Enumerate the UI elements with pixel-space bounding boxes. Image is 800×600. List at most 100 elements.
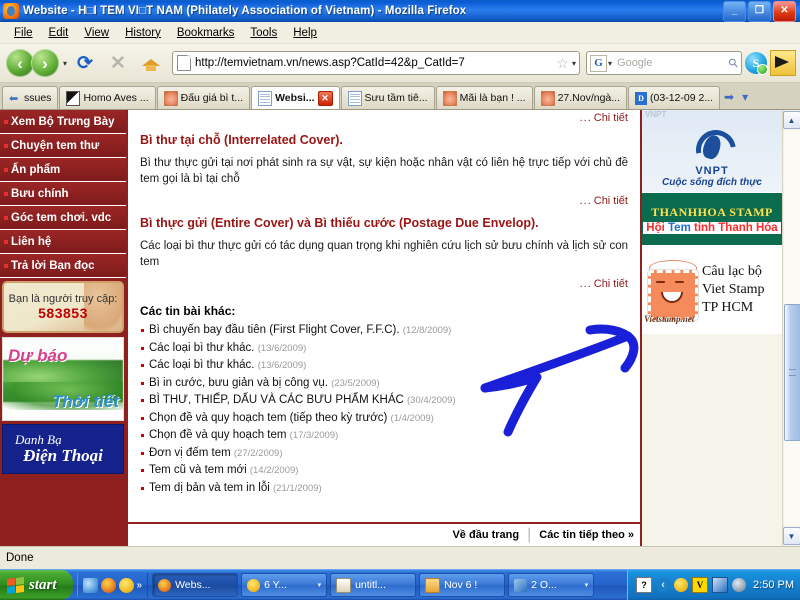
sidebar-item-tra-loi-ban-doc[interactable]: Trả lời Bạn đọc xyxy=(0,254,126,278)
news-title[interactable]: Bì in cước, bưu giản và bị công vụ. xyxy=(149,377,328,389)
news-title[interactable]: Các loại bì thư khác. xyxy=(149,359,255,371)
next-news-link[interactable]: Các tin tiếp theo » xyxy=(539,529,634,541)
clock[interactable]: 2:50 PM xyxy=(753,579,794,591)
home-button[interactable] xyxy=(136,48,166,78)
article-title[interactable]: Bì thư tại chỗ (Interrelated Cover). xyxy=(140,133,632,147)
menu-bookmarks[interactable]: Bookmarks xyxy=(169,25,243,41)
tab-03-12-09[interactable]: D (03-12-09 2... xyxy=(628,86,721,109)
phone-directory-banner[interactable]: Danh Bạ Điện Thoại xyxy=(2,424,124,474)
taskbar-button-website[interactable]: Webs... xyxy=(152,573,239,597)
news-title[interactable]: Bì chuyến bay đầu tiên (First Flight Cov… xyxy=(149,324,400,336)
tab-dau-gia[interactable]: Đấu giá bì t... xyxy=(156,86,251,109)
back-to-top-link[interactable]: Về đầu trang xyxy=(452,529,519,541)
url-bar[interactable]: http://temvietnam.vn/news.asp?CatId=42&p… xyxy=(172,51,580,75)
quick-launch-more-icon[interactable]: » xyxy=(137,580,143,591)
yahoo-messenger-icon[interactable] xyxy=(118,577,134,593)
megaphone-icon[interactable] xyxy=(770,50,796,76)
scroll-down-button[interactable]: ▼ xyxy=(782,527,800,545)
maximize-button[interactable]: ❐ xyxy=(748,0,771,22)
reload-button[interactable]: ⟳ xyxy=(70,48,100,78)
minimize-button[interactable]: _ xyxy=(723,0,746,22)
detail-link[interactable]: Chi tiết xyxy=(594,195,628,207)
news-title[interactable]: Tem cũ và tem mới xyxy=(149,464,247,476)
blue-d-icon: D xyxy=(635,91,648,105)
menu-view[interactable]: View xyxy=(76,25,117,41)
urlbar-dropdown-caret-icon[interactable]: ▾ xyxy=(572,59,576,68)
news-title[interactable]: Chọn đề và quy hoạch tem (tiếp theo kỳ t… xyxy=(149,412,387,424)
tab-scroll-right-icon[interactable]: ➡ xyxy=(721,85,737,109)
vertical-scrollbar[interactable]: ▲ ▼ xyxy=(782,110,800,546)
vietkey-icon[interactable]: V xyxy=(692,577,709,593)
bookmark-star-icon[interactable]: ☆ xyxy=(556,55,569,72)
tab-close-icon[interactable]: ✕ xyxy=(317,90,333,106)
scroll-up-button[interactable]: ▲ xyxy=(782,111,800,129)
search-input[interactable]: Google xyxy=(612,57,729,69)
tab-27-nov[interactable]: 27.Nov/ngà... xyxy=(533,86,628,109)
list-item[interactable]: Các loại bì thư khác. (13/6/2009) xyxy=(140,357,632,375)
taskbar-button-untitled[interactable]: untitl... xyxy=(330,573,417,597)
list-item[interactable]: Các loại bì thư khác. (13/6/2009) xyxy=(140,340,632,358)
article-title[interactable]: Bì thực gửi (Entire Cover) và Bì thiếu c… xyxy=(140,216,632,230)
search-bar[interactable]: G ▾ Google ⚲ xyxy=(586,51,742,75)
news-title[interactable]: Đơn vị đếm tem xyxy=(149,447,231,459)
sidebar-item-goc-tem-choi[interactable]: Góc tem chơi. vdc xyxy=(0,206,126,230)
menu-tools[interactable]: Tools xyxy=(242,25,285,41)
skype-icon[interactable]: S xyxy=(745,52,768,75)
help-icon[interactable]: ? xyxy=(636,577,653,593)
vnpt-banner[interactable]: VNPT VNPT Cuộc sống đích thực xyxy=(642,110,782,192)
google-logo-icon[interactable]: G xyxy=(590,54,607,72)
detail-link[interactable]: Chi tiết xyxy=(594,112,628,124)
tab-mai-la-ban[interactable]: Mãi là bạn ! ... xyxy=(435,86,533,109)
firefox-window: Website - H□I TEM VI□T NAM (Philately As… xyxy=(0,0,800,600)
chevron-down-icon[interactable]: ▾ xyxy=(585,581,589,589)
news-title[interactable]: Các loại bì thư khác. xyxy=(149,342,255,354)
menu-file[interactable]: File xyxy=(6,25,41,41)
yahoo-messenger-tray-icon[interactable] xyxy=(674,578,689,592)
menu-history[interactable]: History xyxy=(117,25,169,41)
firefox-icon[interactable] xyxy=(100,577,116,593)
history-dropdown-caret-icon[interactable]: ▾ xyxy=(63,59,67,68)
close-button[interactable]: ✕ xyxy=(773,0,796,22)
sidebar-item-xem-bo-trung-bay[interactable]: Xem Bộ Trưng Bày xyxy=(0,110,126,134)
tab-homo-aves[interactable]: Homo Aves ... xyxy=(59,86,156,109)
list-item[interactable]: Tem dị bản và tem in lỗi (21/1/2009) xyxy=(140,480,632,498)
taskbar-button-yahoo[interactable]: 6 Y... ▾ xyxy=(241,573,328,597)
tab-suu-tam[interactable]: Sưu tầm tiê... xyxy=(340,86,435,109)
list-item[interactable]: Chọn đề và quy hoạch tem (17/3/2009) xyxy=(140,427,632,445)
vietstamp-club-banner[interactable]: Vietstamp.net Câu lạc bộ Viet Stamp TP H… xyxy=(642,245,782,334)
taskbar-button-2-open[interactable]: 2 O... ▾ xyxy=(508,573,595,597)
thanhhoa-stamp-banner[interactable]: THANHHOA STAMP Hội Tem tỉnh Thanh Hóa xyxy=(642,192,782,245)
tab-website-active[interactable]: Websi... ✕ xyxy=(251,86,340,109)
sidebar-item-chuyen-tem-thu[interactable]: Chuyện tem thư xyxy=(0,134,126,158)
list-item[interactable]: Đơn vị đếm tem (27/2/2009) xyxy=(140,445,632,463)
chevron-down-icon[interactable]: ▾ xyxy=(318,581,322,589)
taskbar-button-nov6[interactable]: Nov 6 ! xyxy=(419,573,506,597)
news-title[interactable]: BÌ THƯ, THIẾP, DẤU VÀ CÁC BƯU PHẨM KHÁC xyxy=(149,394,404,406)
back-button[interactable]: ‹ xyxy=(6,49,34,77)
list-item[interactable]: Chọn đề và quy hoạch tem (tiếp theo kỳ t… xyxy=(140,410,632,428)
sidebar-item-an-pham[interactable]: Ấn phẩm xyxy=(0,158,126,182)
news-title[interactable]: Tem dị bản và tem in lỗi xyxy=(149,482,270,494)
tab-ssues[interactable]: ⬅ ssues xyxy=(2,86,59,109)
stop-button[interactable]: ✕ xyxy=(103,48,133,78)
tab-list-caret-icon[interactable]: ▾ xyxy=(737,85,753,109)
menu-help[interactable]: Help xyxy=(285,25,325,41)
sidebar-item-lien-he[interactable]: Liên hệ xyxy=(0,230,126,254)
scrollbar-thumb[interactable] xyxy=(783,304,800,441)
news-title[interactable]: Chọn đề và quy hoạch tem xyxy=(149,429,286,441)
show-hidden-icons-icon[interactable]: ‹ xyxy=(656,578,671,592)
menu-edit[interactable]: Edit xyxy=(41,25,77,41)
list-item[interactable]: Bì in cước, bưu giản và bị công vụ. (23/… xyxy=(140,375,632,393)
scrollbar-track[interactable] xyxy=(783,130,800,526)
weather-banner[interactable]: Dự báo Thời tiết xyxy=(2,337,124,421)
detail-link[interactable]: Chi tiết xyxy=(594,278,628,290)
list-item[interactable]: BÌ THƯ, THIẾP, DẤU VÀ CÁC BƯU PHẨM KHÁC … xyxy=(140,392,632,410)
sidebar-item-buu-chinh[interactable]: Bưu chính xyxy=(0,182,126,206)
forward-button[interactable]: › xyxy=(31,49,59,77)
network-icon[interactable] xyxy=(712,577,729,593)
ie-icon[interactable] xyxy=(82,577,98,593)
start-button[interactable]: start xyxy=(0,570,73,600)
volume-icon[interactable] xyxy=(732,578,747,592)
list-item[interactable]: Tem cũ và tem mới (14/2/2009) xyxy=(140,462,632,480)
list-item[interactable]: Bì chuyến bay đầu tiên (First Flight Cov… xyxy=(140,322,632,340)
